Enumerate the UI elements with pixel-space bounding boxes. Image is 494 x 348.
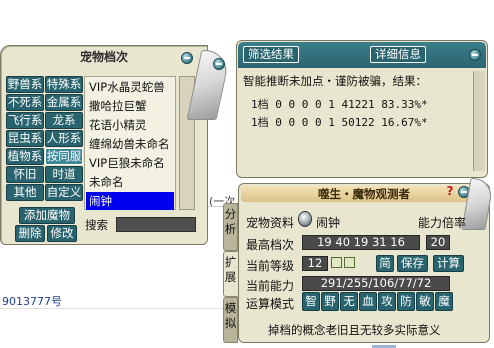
tab-label: 扩展	[224, 255, 237, 284]
category-button[interactable]: 植物系	[6, 148, 44, 165]
category-button[interactable]: 人形系	[45, 130, 83, 147]
search-label: 搜索	[85, 218, 108, 232]
tab-simulation[interactable]: 模拟	[223, 297, 238, 343]
level-down-icon[interactable]	[344, 257, 355, 268]
pet-list-item[interactable]: 缠绵幼兽未命名	[89, 135, 170, 153]
mode-label: 运算模式	[246, 297, 295, 311]
results-headline: 智能推断未加点・谨防被骗，结果：	[243, 74, 427, 88]
category-button-selected[interactable]: 按同服	[45, 148, 83, 165]
level-label: 当前等级	[246, 259, 295, 273]
save-button[interactable]: 保存	[397, 255, 428, 272]
category-button[interactable]: 金属系	[45, 94, 83, 111]
tab-label: 模拟	[224, 301, 237, 330]
level-field[interactable]: 12	[302, 256, 328, 271]
modify-button[interactable]: 修改	[47, 225, 77, 242]
mode-button[interactable]: 攻	[378, 292, 396, 311]
pet-list-item[interactable]: 未命名	[89, 173, 124, 191]
pet-info-label: 宠物资料	[246, 216, 295, 230]
mode-button[interactable]: 防	[397, 292, 415, 311]
ability-field[interactable]: 291/255/106/77/72	[302, 276, 450, 291]
category-button[interactable]: 其他	[6, 184, 44, 201]
delete-button[interactable]: 删除	[15, 225, 45, 242]
pet-list-item-selected[interactable]: 闹钟	[86, 192, 174, 210]
mode-button[interactable]: 野	[321, 292, 339, 311]
pet-archive-title: 宠物档次	[79, 50, 128, 64]
results-scrollbar[interactable]	[473, 71, 485, 171]
result-row: 1档 0 0 0 0 1 41221 83.33%*	[251, 98, 428, 111]
category-button[interactable]: 野兽系	[6, 76, 44, 93]
tab-extension[interactable]: 扩展	[223, 251, 238, 297]
pet-list: VIP水晶灵蛇兽 撒哈拉巨蟹 花语小精灵 缠绵幼兽未命名 VIP巨狼未命名 未命…	[84, 76, 176, 210]
pet-list-item[interactable]: VIP巨狼未命名	[89, 154, 165, 172]
category-button[interactable]: 龙系	[45, 112, 83, 129]
ability-label: 当前能力	[246, 279, 295, 293]
category-button[interactable]: 时道	[45, 166, 83, 183]
mode-button[interactable]: 智	[302, 292, 320, 311]
mode-button[interactable]: 血	[359, 292, 377, 311]
add-pet-button[interactable]: 添加魔物	[19, 207, 75, 224]
background-number-text: 9013777号	[2, 295, 62, 308]
simple-button[interactable]: 简	[376, 255, 394, 272]
tab-label: 分析	[224, 207, 237, 236]
top-grade-extra-field[interactable]: 20	[426, 235, 450, 250]
category-button[interactable]: 昆虫系	[6, 130, 44, 147]
results-panel: 筛选结果 详细信息 智能推断未加点・谨防被骗，结果： 1档 0 0 0 0 1 …	[236, 40, 488, 178]
help-icon[interactable]: ?	[444, 185, 456, 198]
category-button[interactable]: 特殊系	[45, 76, 83, 93]
category-button[interactable]: 飞行系	[6, 112, 44, 129]
mode-button[interactable]: 魔	[435, 292, 453, 311]
close-icon[interactable]	[213, 58, 225, 70]
minimize-icon[interactable]	[469, 49, 481, 61]
filter-results-button[interactable]: 筛选结果	[243, 46, 299, 63]
pet-list-item[interactable]: 撒哈拉巨蟹	[89, 97, 147, 115]
calculate-button[interactable]: 计算	[433, 255, 464, 272]
level-up-icon[interactable]	[331, 257, 342, 268]
background-divider	[0, 308, 236, 309]
category-button[interactable]: 自定义	[45, 184, 83, 201]
pet-list-item[interactable]: 花语小精灵	[89, 116, 147, 134]
result-row: 1档 0 0 0 0 1 50122 16.67%*	[251, 116, 428, 129]
category-button[interactable]: 怀旧	[6, 166, 44, 183]
tab-analysis[interactable]: 分析	[223, 203, 238, 251]
detail-info-button[interactable]: 详细信息	[370, 46, 426, 63]
mode-button[interactable]: 敏	[416, 292, 434, 311]
pet-name: 闹钟	[316, 216, 341, 230]
pet-list-item[interactable]: VIP水晶灵蛇兽	[89, 78, 165, 96]
top-grade-field[interactable]: 19 40 19 31 16	[302, 235, 420, 250]
category-button[interactable]: 不死系	[6, 94, 44, 111]
magnifier-icon[interactable]	[298, 211, 312, 227]
search-input[interactable]	[116, 217, 196, 232]
pet-archive-panel: 宠物档次 野兽系 特殊系 不死系 金属系 飞行系 龙系 昆虫系 人形系 植物系 …	[0, 45, 208, 245]
ability-multiplier-label: 能力倍率	[418, 216, 467, 230]
footer-note: 掉档的概念老旧且无较多实际意义	[268, 323, 441, 337]
mode-button[interactable]: 无	[340, 292, 358, 311]
minimize-icon[interactable]	[181, 52, 193, 64]
top-grade-label: 最高档次	[246, 238, 295, 252]
